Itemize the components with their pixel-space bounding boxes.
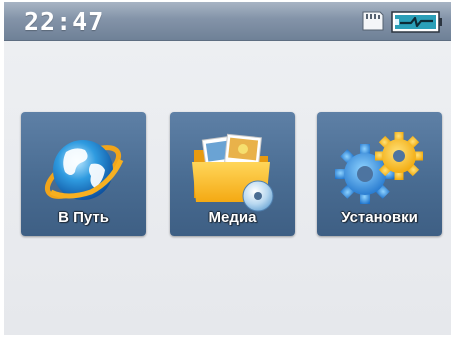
menu-tile-navigation[interactable]: В Путь (21, 112, 146, 236)
battery-charging-icon (391, 11, 442, 33)
clock: 22:47 (24, 7, 105, 36)
status-bar: 22:47 (4, 2, 451, 41)
sd-card-icon (362, 11, 384, 31)
menu-tile-label: Установки (341, 209, 418, 226)
menu-tile-label: В Путь (58, 209, 109, 226)
device-screen: 22:47 В Путь Медиа Установки (4, 2, 451, 335)
menu-tile-media[interactable]: Медиа (170, 112, 295, 236)
menu-tile-label: Медиа (208, 209, 257, 226)
menu-tile-settings[interactable]: Установки (317, 112, 442, 236)
